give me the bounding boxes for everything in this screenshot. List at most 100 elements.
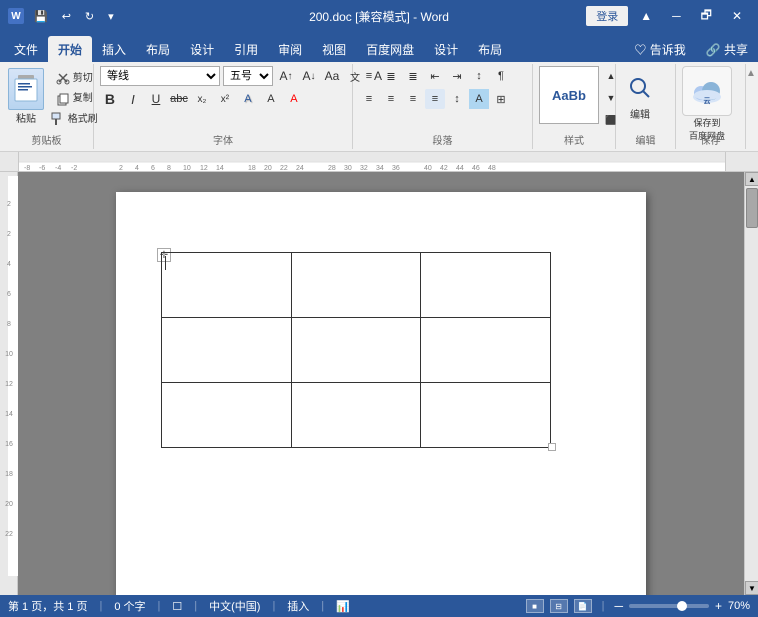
- copy-button[interactable]: 复制: [48, 88, 101, 106]
- vertical-scrollbar[interactable]: ▲ ▼: [744, 172, 758, 595]
- table-cell-0-2[interactable]: [421, 253, 551, 318]
- styles-gallery[interactable]: AaBb: [539, 66, 599, 124]
- table-cell-1-1[interactable]: [291, 318, 421, 383]
- scroll-thumb[interactable]: [746, 188, 758, 228]
- bold-button[interactable]: B: [100, 89, 120, 109]
- format-paint-button[interactable]: 格式刷: [48, 109, 101, 127]
- svg-text:22: 22: [5, 531, 13, 538]
- zoom-in-btn[interactable]: +: [715, 599, 722, 613]
- scroll-down-btn[interactable]: ▼: [745, 581, 758, 595]
- table-cell-1-0[interactable]: [162, 318, 292, 383]
- restore-btn[interactable]: 🗗: [693, 4, 720, 29]
- word-table: [161, 252, 551, 448]
- zoom-out-btn[interactable]: ─: [614, 599, 623, 613]
- save-cloud-btn[interactable]: 云: [682, 66, 732, 116]
- paste-label: 粘贴: [16, 110, 36, 125]
- align-center-btn[interactable]: ≡: [381, 89, 401, 109]
- font-size-select[interactable]: 五号: [223, 66, 273, 86]
- macro-icon: 📊: [336, 600, 350, 613]
- table-cell-2-1[interactable]: [291, 383, 421, 448]
- table-cell-2-2[interactable]: [421, 383, 551, 448]
- tab-design[interactable]: 设计: [180, 36, 224, 62]
- insert-mode[interactable]: 插入: [287, 598, 309, 614]
- scroll-up-btn[interactable]: ▲: [745, 172, 758, 186]
- ruler-area: -8 -6 -4 -2 2 4 6 8 10 12 14 18 20 22 24…: [0, 152, 758, 172]
- svg-text:16: 16: [5, 441, 13, 448]
- tab-review[interactable]: 审阅: [268, 36, 312, 62]
- minimize-btn[interactable]: ─: [664, 7, 689, 25]
- table-cell-2-0[interactable]: [162, 383, 292, 448]
- document-area[interactable]: ✛: [18, 172, 744, 595]
- underline-button[interactable]: U: [146, 89, 166, 109]
- text-effect-btn[interactable]: A: [238, 89, 258, 109]
- page-info: 第 1 页，共 1 页: [8, 598, 87, 614]
- tab-layout2[interactable]: 布局: [468, 36, 512, 62]
- zoom-thumb[interactable]: [677, 601, 687, 611]
- view-read-btn[interactable]: 📄: [574, 599, 592, 613]
- svg-text:32: 32: [360, 165, 368, 171]
- undo-btn[interactable]: ↩: [58, 8, 75, 25]
- editing-label: 编辑: [630, 106, 650, 121]
- tell-me-btn[interactable]: ♡ 告诉我: [624, 36, 695, 62]
- quick-access-dropdown[interactable]: ▾: [104, 8, 118, 25]
- italic-button[interactable]: I: [123, 89, 143, 109]
- bullets-btn[interactable]: ≡: [359, 66, 379, 86]
- strikethrough-btn[interactable]: abc: [169, 89, 189, 109]
- table-cell-1-2[interactable]: [421, 318, 551, 383]
- sort-btn[interactable]: ↕: [469, 66, 489, 86]
- tab-view[interactable]: 视图: [312, 36, 356, 62]
- document-title: 200.doc [兼容模式] - Word: [309, 8, 449, 25]
- tab-insert[interactable]: 插入: [92, 36, 136, 62]
- tab-home[interactable]: 开始: [48, 36, 92, 62]
- subscript-btn[interactable]: x₂: [192, 89, 212, 109]
- shading-btn[interactable]: A: [469, 89, 489, 109]
- search-icon-edit[interactable]: [622, 70, 658, 106]
- close-btn[interactable]: ✕: [724, 7, 750, 25]
- align-left-btn[interactable]: ≡: [359, 89, 379, 109]
- para-row2: ≡ ≡ ≡ ≡ ↕ A ⊞: [359, 89, 511, 109]
- status-right: ■ ⊟ 📄 | ─ + 70%: [526, 599, 750, 613]
- font-color-btn[interactable]: A: [284, 89, 304, 109]
- font-increase-btn[interactable]: A↑: [276, 66, 296, 86]
- decrease-indent-btn[interactable]: ⇤: [425, 66, 445, 86]
- increase-indent-btn[interactable]: ⇥: [447, 66, 467, 86]
- show-marks-btn[interactable]: ¶: [491, 66, 511, 86]
- svg-text:云: 云: [704, 97, 711, 105]
- justify-btn[interactable]: ≡: [425, 89, 445, 109]
- editing-group: 编辑 编辑: [616, 64, 676, 149]
- save-quick-btn[interactable]: 💾: [30, 8, 52, 25]
- paste-button[interactable]: 粘贴: [6, 66, 46, 127]
- cut-button[interactable]: 剪切: [48, 68, 101, 86]
- zoom-slider[interactable]: [629, 604, 709, 608]
- svg-text:10: 10: [5, 351, 13, 358]
- table-cell-0-0[interactable]: [162, 253, 292, 318]
- font-family-select[interactable]: 等线: [100, 66, 220, 86]
- line-spacing-btn[interactable]: ↕: [447, 89, 467, 109]
- language-indicator[interactable]: 中文(中国): [209, 598, 260, 614]
- change-case-btn[interactable]: Aa: [322, 66, 342, 86]
- font-decrease-btn[interactable]: A↓: [299, 66, 319, 86]
- view-print-btn[interactable]: ■: [526, 599, 544, 613]
- redo-btn[interactable]: ↻: [81, 8, 98, 25]
- tab-design2[interactable]: 设计: [424, 36, 468, 62]
- view-web-btn[interactable]: ⊟: [550, 599, 568, 613]
- borders-btn[interactable]: ⊞: [491, 89, 511, 109]
- superscript-btn[interactable]: x²: [215, 89, 235, 109]
- ribbon-toggle-btn[interactable]: ▲: [632, 7, 660, 25]
- tab-references[interactable]: 引用: [224, 36, 268, 62]
- font-group: 等线 五号 A↑ A↓ Aa 文 A B I U abc x₂ x² A A: [94, 64, 353, 149]
- ribbon-collapse-btn[interactable]: ▲: [746, 64, 758, 149]
- tab-baidu[interactable]: 百度网盘: [356, 36, 424, 62]
- table-resize-handle[interactable]: [548, 443, 556, 451]
- tab-file[interactable]: 文件: [4, 36, 48, 62]
- share-btn[interactable]: 🔗 共享: [696, 36, 758, 62]
- highlight-color-btn[interactable]: A: [261, 89, 281, 109]
- multilevel-btn[interactable]: ≣: [403, 66, 423, 86]
- login-button[interactable]: 登录: [586, 6, 628, 26]
- align-right-btn[interactable]: ≡: [403, 89, 423, 109]
- numbering-btn[interactable]: ≣: [381, 66, 401, 86]
- scroll-track[interactable]: [745, 186, 758, 581]
- table-cell-0-1[interactable]: [291, 253, 421, 318]
- ribbon-toolbar: 粘贴 剪切 复制: [0, 62, 758, 152]
- tab-layout[interactable]: 布局: [136, 36, 180, 62]
